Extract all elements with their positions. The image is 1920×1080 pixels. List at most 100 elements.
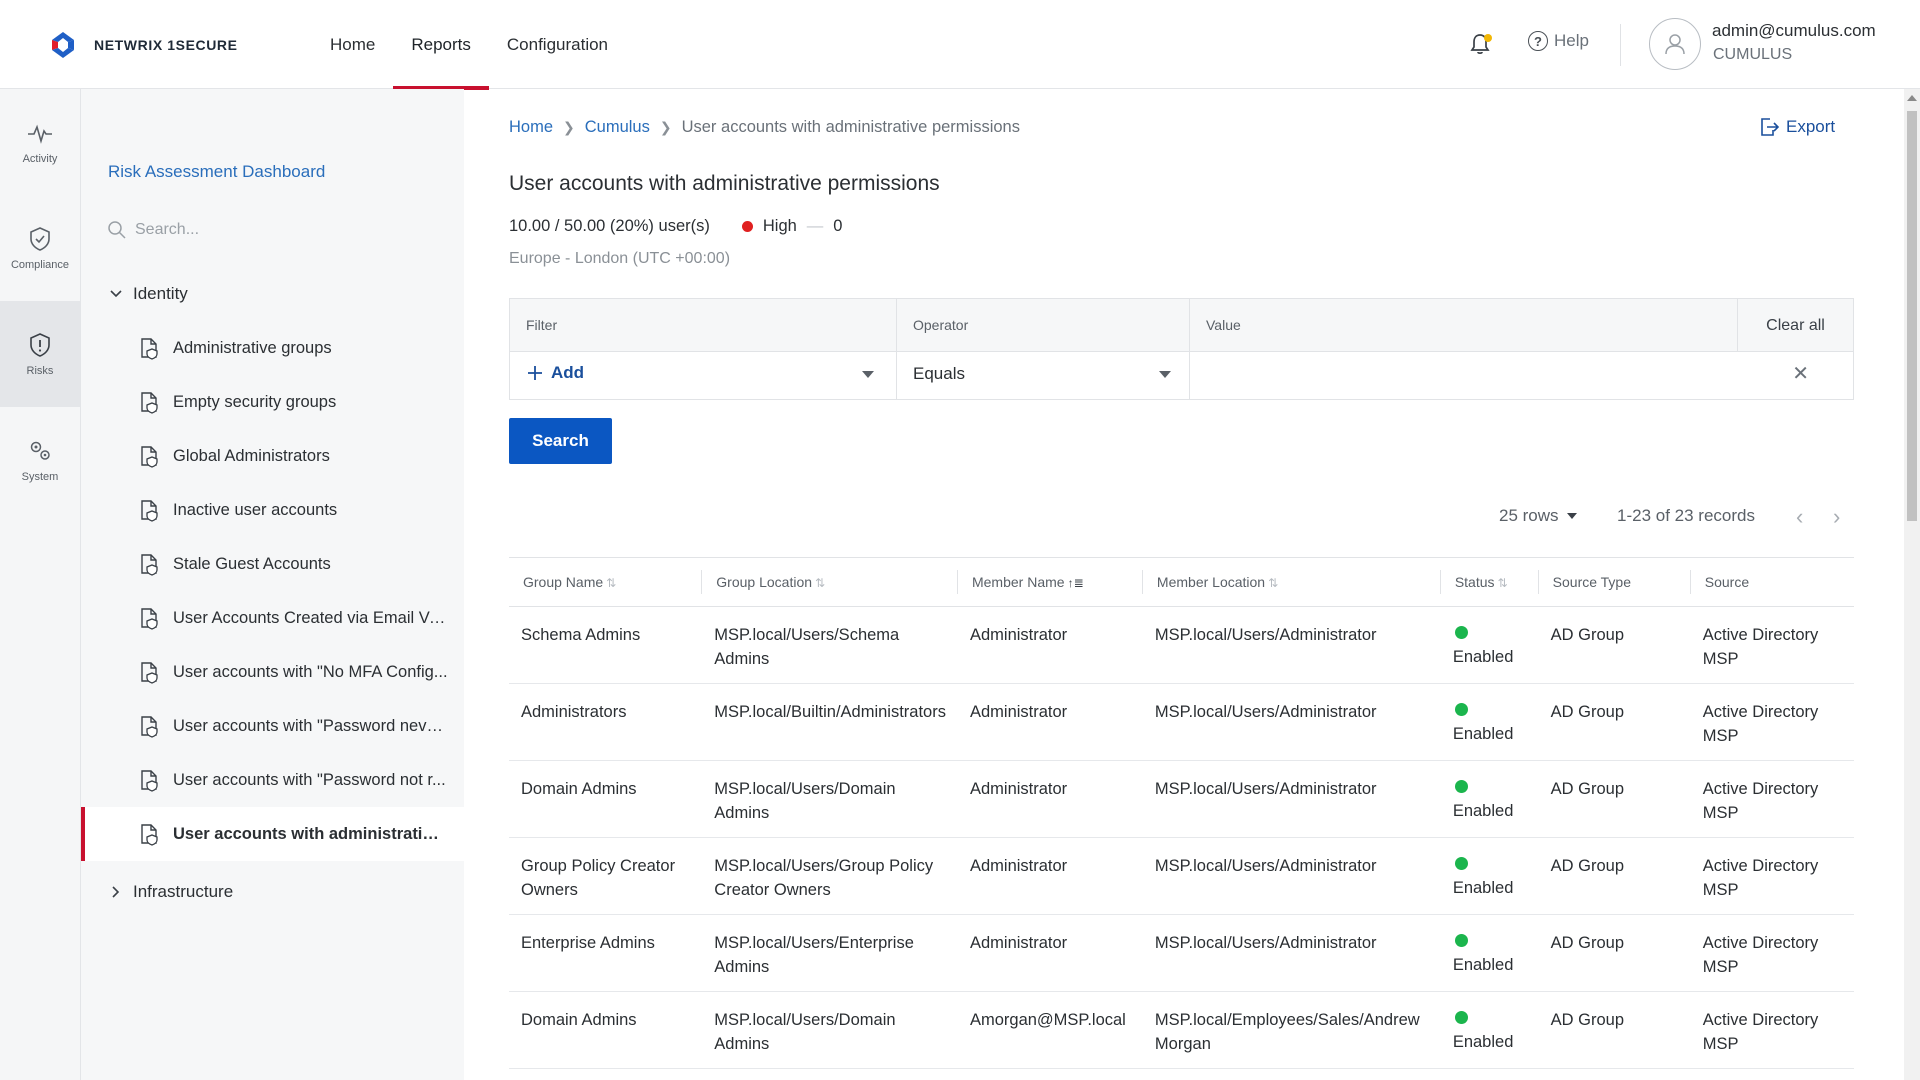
cell-source-type: AD Group: [1538, 760, 1691, 838]
cell-group: Administrators: [509, 683, 703, 761]
sidebar-item-password-never-expires[interactable]: User accounts with "Password neve...: [81, 699, 464, 753]
export-button[interactable]: Export: [1758, 116, 1835, 138]
cell-group: Domain Admins: [509, 760, 703, 838]
operator-dropdown-caret-icon[interactable]: [1159, 371, 1171, 378]
cell-source-type: AD Group: [1538, 914, 1691, 992]
help-link[interactable]: ? Help: [1528, 31, 1589, 51]
breadcrumb-cumulus[interactable]: Cumulus: [585, 118, 650, 137]
notification-badge: [1484, 34, 1492, 42]
cell-member-location: MSP.local/Users/Administrator: [1142, 760, 1441, 838]
rows-per-page-select[interactable]: 25 rows: [1499, 506, 1577, 526]
status-enabled-dot: [1454, 780, 1468, 793]
cell-member: Administrator: [957, 683, 1143, 761]
breadcrumb: Home ❯ Cumulus ❯ User accounts with admi…: [509, 118, 1020, 137]
group-identity-label: Identity: [133, 284, 188, 303]
risk-dashboard-link[interactable]: Risk Assessment Dashboard: [108, 162, 325, 182]
nav-reports-label: Reports: [411, 34, 471, 54]
sort-icon: ⇅: [1268, 576, 1279, 590]
cell-status: Enabled: [1440, 760, 1539, 838]
table-row[interactable]: Domain Admins MSP.local/Users/Domain Admi…: [509, 991, 1854, 1069]
sidebar-item-inactive-user-accounts[interactable]: Inactive user accounts: [81, 483, 464, 537]
cell-source-type: AD Group: [1538, 837, 1691, 915]
table-row[interactable]: Domain Admins MSP.local/Users/Domain Admi…: [509, 760, 1854, 838]
col-label: Source: [1704, 574, 1750, 590]
prev-page-chevron-left-icon[interactable]: ‹: [1796, 504, 1803, 530]
user-organization: CUMULUS: [1713, 46, 1793, 63]
rail-risks[interactable]: Risks: [0, 301, 80, 407]
nav-home[interactable]: Home: [312, 0, 393, 89]
nav-reports[interactable]: Reports: [393, 0, 489, 90]
sidebar-item-no-mfa[interactable]: User accounts with "No MFA Config...: [81, 645, 464, 699]
chevron-right-icon: [112, 886, 120, 898]
page-scrollbar[interactable]: [1904, 89, 1920, 1080]
group-infrastructure-label: Infrastructure: [133, 882, 234, 901]
cell-group: Domain Admins: [509, 991, 703, 1069]
filter-panel: Filter Operator Value Clear all Add Equa…: [509, 298, 1854, 400]
status-label: Enabled: [1452, 956, 1514, 974]
col-source[interactable]: Source: [1690, 557, 1854, 607]
filter-dropdown-caret-icon[interactable]: [862, 371, 874, 378]
search-icon: [108, 221, 126, 239]
clear-all-button[interactable]: Clear all: [1737, 299, 1853, 352]
sidebar-item-empty-security-groups[interactable]: Empty security groups: [81, 375, 464, 429]
separator-dash: —: [806, 217, 824, 235]
cell-status: Enabled: [1440, 606, 1539, 684]
rail-compliance-label: Compliance: [10, 259, 70, 271]
add-filter-button[interactable]: Add: [527, 363, 584, 383]
cell-source: Active Directory MSP: [1690, 760, 1854, 838]
sidebar-item-admin-permissions[interactable]: User accounts with administrative...: [81, 807, 464, 861]
user-email[interactable]: admin@cumulus.com: [1712, 21, 1876, 41]
status-label: Enabled: [1452, 1033, 1514, 1051]
cell-group: Schema Admins: [509, 606, 703, 684]
nav-configuration[interactable]: Configuration: [489, 0, 626, 89]
col-member-location[interactable]: Member Location ⇅: [1142, 557, 1441, 607]
col-label: Status: [1454, 574, 1495, 590]
col-status[interactable]: Status ⇅: [1440, 557, 1539, 607]
table-row[interactable]: Group Policy Creator Owners MSP.local/Use…: [509, 837, 1854, 915]
status-enabled-dot: [1454, 857, 1468, 870]
cell-member: Administrator: [957, 606, 1143, 684]
col-group-name[interactable]: Group Name ⇅: [509, 557, 703, 607]
operator-select[interactable]: Equals: [913, 364, 965, 384]
brand-logo[interactable]: NETWRIX 1SECURE: [46, 28, 238, 62]
sidebar-item-global-administrators[interactable]: Global Administrators: [81, 429, 464, 483]
search-button[interactable]: Search: [509, 418, 612, 464]
rail-activity[interactable]: Activity: [0, 89, 80, 195]
cell-member: Administrator: [957, 837, 1143, 915]
cell-member-location: MSP.local/Users/Administrator: [1142, 837, 1441, 915]
report-main: Home ❯ Cumulus ❯ User accounts with admi…: [464, 89, 1904, 1080]
activity-icon: [28, 124, 52, 144]
status-label: Enabled: [1452, 725, 1514, 743]
scrollbar-thumb[interactable]: [1907, 111, 1917, 521]
rows-per-page-label: 25 rows: [1499, 506, 1559, 525]
table-row[interactable]: Schema Admins MSP.local/Users/Schema Admi…: [509, 606, 1854, 684]
cell-source: Active Directory MSP: [1690, 991, 1854, 1069]
col-group-location[interactable]: Group Location ⇅: [702, 557, 958, 607]
table-row[interactable]: Enterprise Admins MSP.local/Users/Enterpr…: [509, 914, 1854, 992]
left-rail: Activity Compliance Risks System: [0, 89, 81, 1080]
sidebar-item-password-not-required[interactable]: User accounts with "Password not r...: [81, 753, 464, 807]
sidebar-search-input[interactable]: [135, 221, 415, 239]
sidebar-item-label: Empty security groups: [173, 392, 337, 411]
sidebar-item-administrative-groups[interactable]: Administrative groups: [81, 321, 464, 375]
user-avatar[interactable]: [1649, 18, 1701, 70]
table-row[interactable]: Administrators MSP.local/Builtin/Administ…: [509, 683, 1854, 761]
sidebar-item-email-verified-accounts[interactable]: User Accounts Created via Email Ve...: [81, 591, 464, 645]
records-count: 1-23 of 23 records: [1617, 506, 1755, 525]
col-source-type[interactable]: Source Type: [1538, 557, 1691, 607]
rail-system[interactable]: System: [0, 407, 80, 513]
col-member-name[interactable]: Member Name ↑≣: [957, 557, 1143, 607]
clear-row-close-icon[interactable]: ✕: [1792, 361, 1809, 386]
status-enabled-dot: [1454, 934, 1468, 947]
report-sidebar: Risk Assessment Dashboard Identity Admin…: [81, 89, 464, 1080]
sidebar-item-label: Global Administrators: [173, 446, 330, 465]
next-page-chevron-right-icon[interactable]: ›: [1833, 504, 1840, 530]
sidebar-item-stale-guest-accounts[interactable]: Stale Guest Accounts: [81, 537, 464, 591]
notifications-button[interactable]: [1467, 31, 1493, 57]
breadcrumb-home[interactable]: Home: [509, 118, 553, 137]
scroll-up-icon[interactable]: [1907, 95, 1917, 101]
rail-compliance[interactable]: Compliance: [0, 195, 80, 301]
group-infrastructure[interactable]: Infrastructure: [109, 882, 233, 902]
group-identity[interactable]: Identity: [109, 284, 188, 304]
filter-value-input[interactable]: [1190, 355, 1730, 395]
